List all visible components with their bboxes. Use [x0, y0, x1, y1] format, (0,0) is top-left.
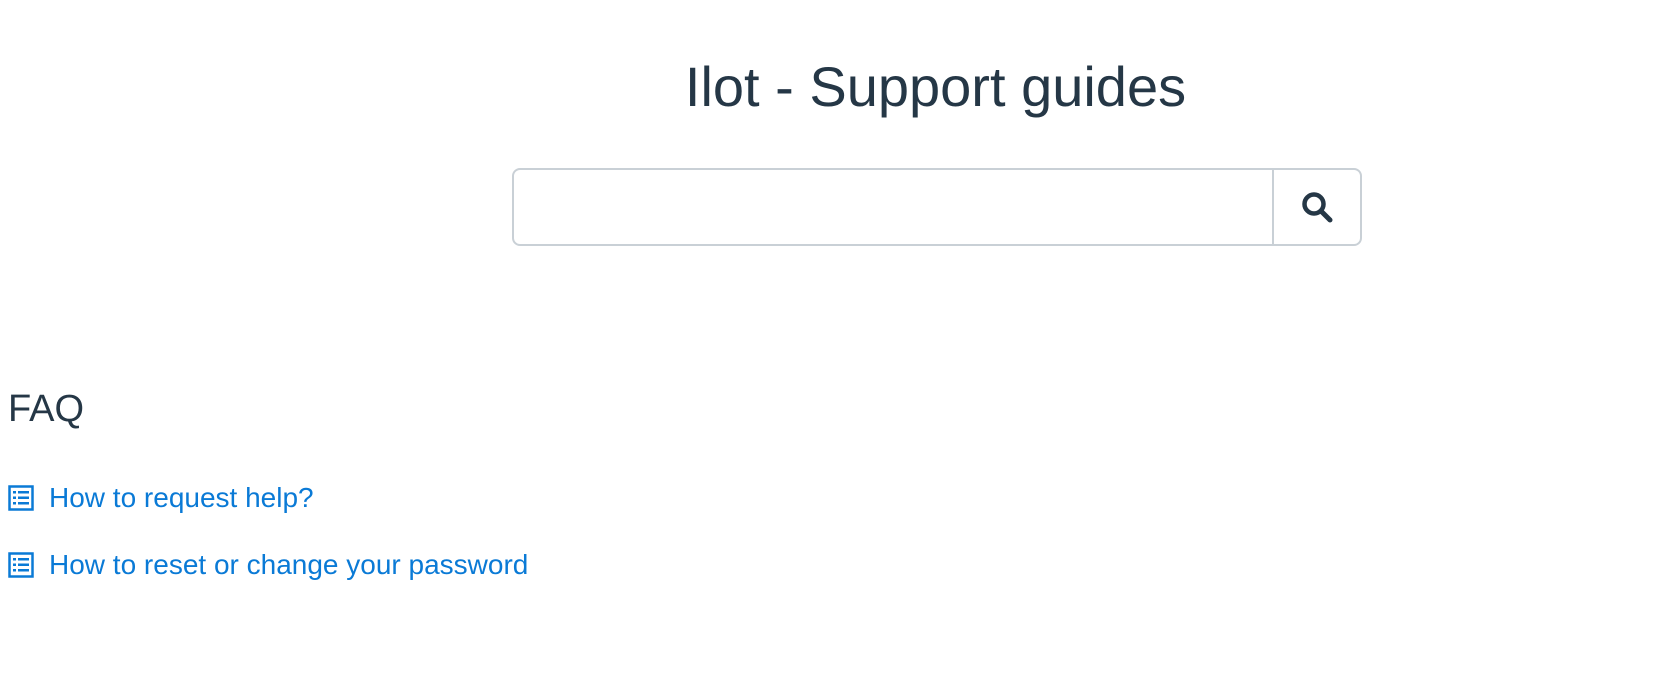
faq-article-link-reset-password[interactable]: How to reset or change your password [8, 549, 528, 581]
search-icon [1302, 192, 1333, 223]
faq-article-list: How to request help? How to reset or cha… [8, 478, 528, 612]
list-item: How to reset or change your password [8, 545, 528, 585]
article-list-icon [8, 485, 34, 511]
page-title: Ilot - Support guides [684, 55, 1187, 118]
faq-section-title: FAQ [8, 388, 85, 430]
faq-article-link-request-help[interactable]: How to request help? [8, 482, 314, 514]
faq-article-label: How to reset or change your password [49, 549, 529, 580]
article-list-icon [8, 552, 34, 578]
search-button[interactable] [1272, 170, 1360, 244]
list-item: How to request help? [8, 478, 528, 518]
faq-article-label: How to request help? [49, 482, 314, 513]
search-input[interactable] [514, 170, 1272, 244]
search-bar [512, 168, 1362, 246]
